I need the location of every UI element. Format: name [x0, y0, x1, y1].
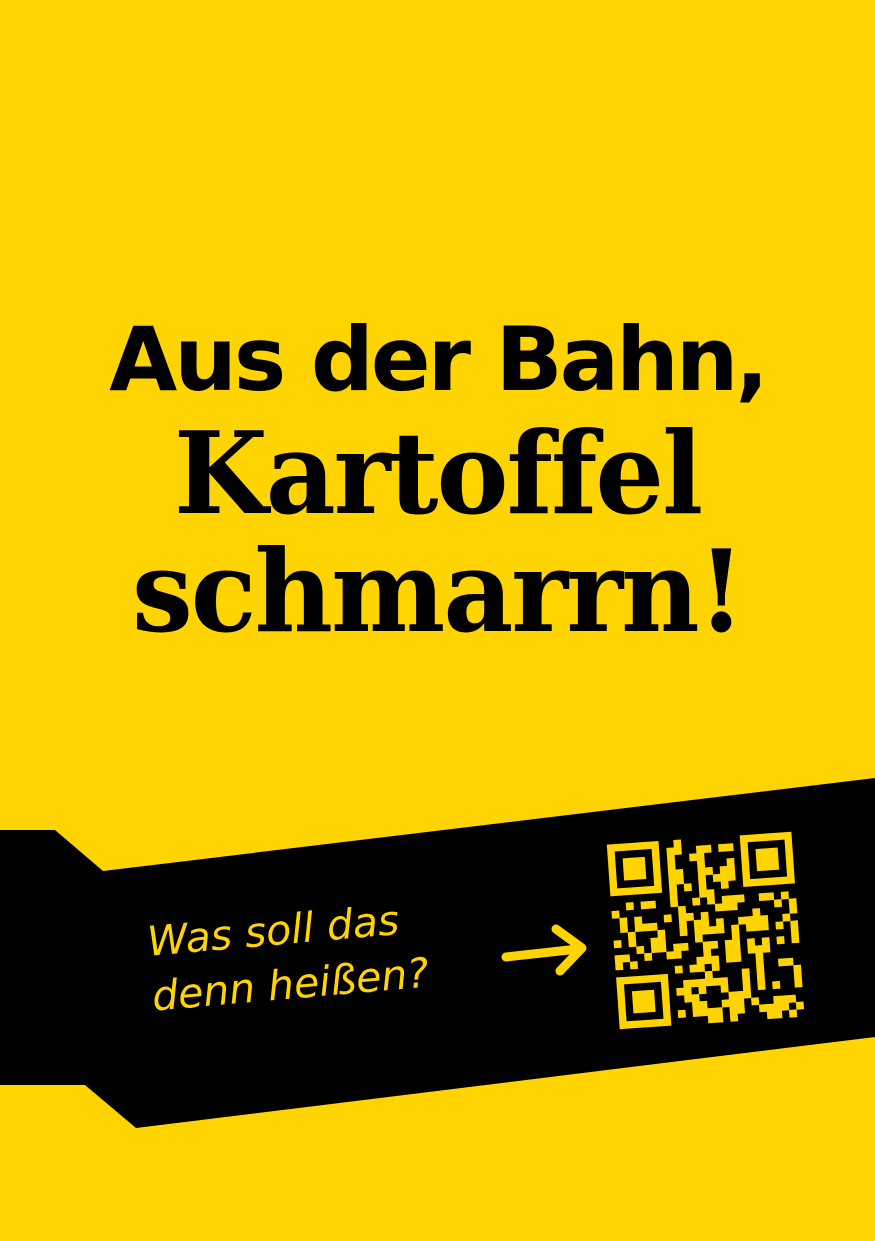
headline-line-1: Aus der Bahn,	[109, 308, 769, 411]
headline-line-2: Kartoffel	[173, 407, 703, 541]
poster: Aus der Bahn, Kartoffel schmarrn! Was so…	[0, 0, 875, 1241]
qr-code-icon[interactable]	[605, 830, 810, 1030]
headline-line-3: schmarrn!	[131, 525, 745, 659]
arrow-right-icon	[501, 924, 587, 976]
headline: Aus der Bahn, Kartoffel schmarrn!	[0, 305, 875, 659]
